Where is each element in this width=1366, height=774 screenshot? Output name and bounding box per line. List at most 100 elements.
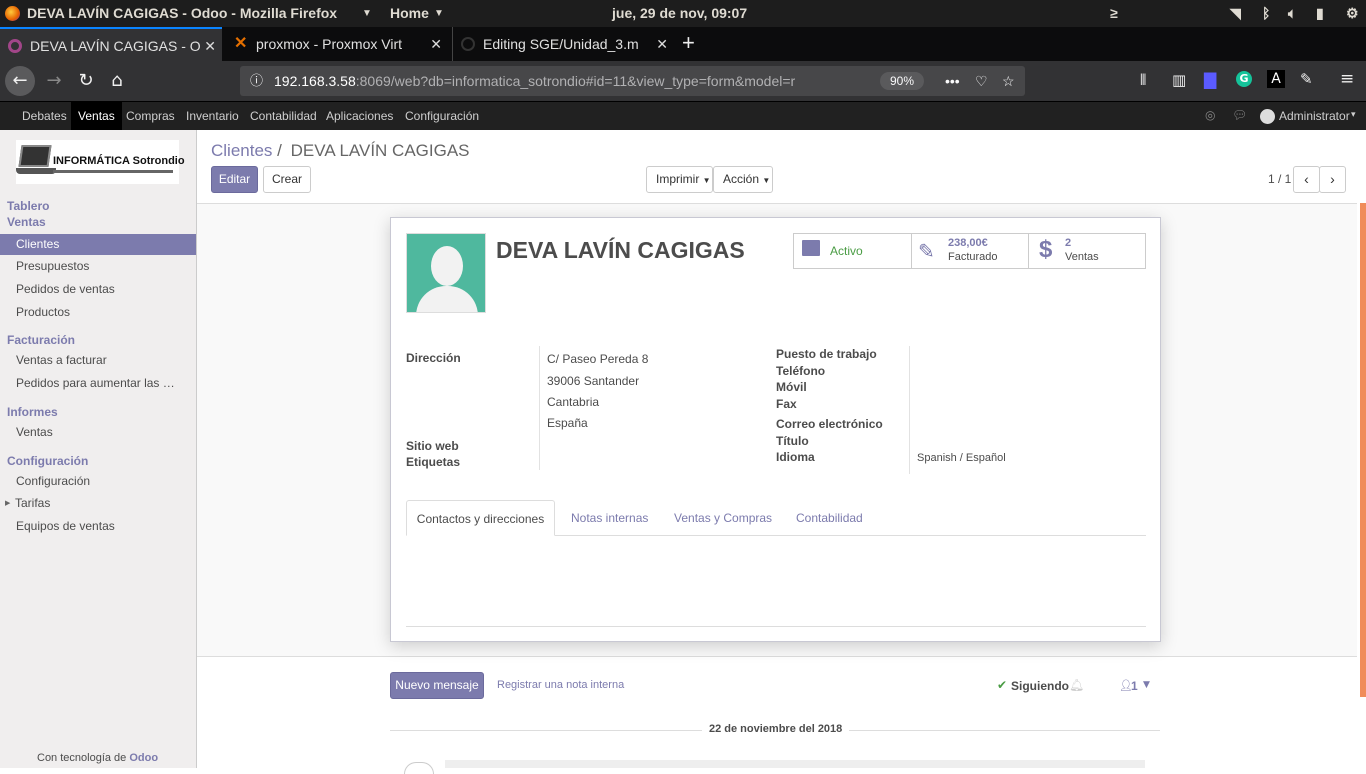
tab-title: Editing SGE/Unidad_3.m [483, 36, 639, 52]
user-caret-icon[interactable]: ▾ [1351, 109, 1356, 120]
sidebar-item-clientes[interactable]: Clientes [0, 234, 196, 255]
volume-icon[interactable]: 🔈︎ [1288, 5, 1296, 22]
new-tab-icon[interactable]: + [682, 30, 695, 56]
menu-inventario[interactable]: Inventario [179, 102, 246, 130]
new-message-button[interactable]: Nuevo mensaje [390, 672, 484, 699]
sidebar-item-equipos[interactable]: Equipos de ventas [0, 516, 196, 537]
pager-next-icon[interactable]: › [1319, 166, 1346, 193]
menu-configuracion[interactable]: Configuración [398, 102, 486, 130]
lock-extension-icon[interactable]: ▇ [1204, 70, 1216, 89]
close-icon[interactable]: ✕ [656, 27, 668, 61]
activity-icon[interactable]: ◎ [1205, 108, 1215, 122]
invoiced-value: 238,00€ [948, 237, 988, 249]
log-note-link[interactable]: Registrar una nota interna [497, 679, 624, 691]
home-caret-icon[interactable]: ▼ [434, 8, 444, 19]
tab-editing[interactable]: Editing SGE/Unidad_3.m ✕ [452, 27, 674, 61]
window-title: DEVA LAVÍN CAGIGAS - Odoo - Mozilla Fire… [27, 5, 338, 21]
sidebar-header-facturacion[interactable]: Facturación [7, 333, 75, 347]
window-menu-caret-icon[interactable]: ▼ [362, 8, 372, 19]
sidebar-header-informes[interactable]: Informes [7, 405, 58, 419]
language-value[interactable]: Spanish / Español [917, 452, 1006, 464]
address-country[interactable]: España [547, 416, 588, 430]
home-menu[interactable]: Home [390, 5, 429, 21]
pager-previous-icon[interactable]: ‹ [1293, 166, 1320, 193]
following-button[interactable]: Siguiendo [1011, 679, 1069, 693]
address-street[interactable]: C/ Paseo Pereda 8 [547, 352, 648, 366]
firefox-icon [5, 6, 20, 21]
followers-caret-icon[interactable]: ▼ [1143, 680, 1150, 690]
home-icon[interactable]: ⌂ [103, 67, 131, 95]
breadcrumb-clientes[interactable]: Clientes [211, 141, 272, 160]
followers-count[interactable]: 1 [1131, 679, 1138, 693]
sidebar-item-pedidos-aumentar[interactable]: Pedidos para aumentar las … [0, 373, 196, 394]
tab-contabilidad[interactable]: Contabilidad [796, 500, 863, 536]
bell-icon[interactable]: 🔔︎ [1069, 678, 1084, 692]
menu-ventas[interactable]: Ventas [71, 102, 122, 130]
sidebar-item-ventas-facturar[interactable]: Ventas a facturar [0, 350, 196, 371]
wifi-icon[interactable]: ◥ [1230, 5, 1241, 22]
sidebar-header-configuracion[interactable]: Configuración [7, 454, 88, 468]
bluetooth-icon[interactable]: ᛒ [1262, 5, 1270, 21]
partner-avatar[interactable] [406, 233, 486, 313]
grammarly-icon[interactable]: G [1236, 71, 1252, 87]
zoom-badge[interactable]: 90% [880, 72, 925, 90]
menu-compras[interactable]: Compras [119, 102, 182, 130]
sidebar-tablero[interactable]: Tablero [7, 199, 49, 213]
library-icon[interactable]: ⫴ [1140, 71, 1146, 89]
scrollbar[interactable] [1360, 203, 1366, 697]
active-toggle-button[interactable]: Activo [793, 233, 912, 269]
sidebar-item-informe-ventas[interactable]: Ventas [0, 422, 196, 443]
url-bar[interactable]: ⓘ 192.168.3.58:8069/web?db=informatica_s… [240, 66, 1025, 96]
menu-icon[interactable]: ≡ [1340, 69, 1354, 89]
pocket-icon[interactable]: ♡ [975, 66, 988, 96]
menu-debates[interactable]: Debates [15, 102, 74, 130]
back-icon[interactable]: ← [5, 66, 35, 96]
sidebar-item-tarifas[interactable]: Tarifas [0, 493, 196, 514]
reload-icon[interactable]: ↻ [72, 67, 100, 95]
tab-contactos[interactable]: Contactos y direcciones [406, 500, 555, 536]
menu-aplicaciones[interactable]: Aplicaciones [319, 102, 400, 130]
close-icon[interactable]: ✕ [204, 29, 216, 61]
tab-odoo[interactable]: DEVA LAVÍN CAGIGAS - O ✕ [0, 27, 222, 61]
create-button[interactable]: Crear [263, 166, 311, 193]
sidebar-item-productos[interactable]: Productos [0, 302, 196, 323]
action-dropdown[interactable]: Acción ▼ [713, 166, 773, 193]
tab-notas-internas[interactable]: Notas internas [571, 500, 648, 536]
font-extension-icon[interactable]: A [1267, 70, 1285, 88]
pager-value[interactable]: 1 / 1 [1268, 172, 1291, 186]
breadcrumb: Clientes / DEVA LAVÍN CAGIGAS [211, 141, 470, 161]
edit-button[interactable]: Editar [211, 166, 258, 193]
extension-icon[interactable]: ✎ [1300, 70, 1313, 88]
close-icon[interactable]: ✕ [430, 27, 442, 61]
bookmark-star-icon[interactable]: ☆ [1002, 66, 1015, 96]
user-menu[interactable]: Administrator [1279, 109, 1350, 123]
menu-contabilidad[interactable]: Contabilidad [243, 102, 324, 130]
laptop-icon [18, 145, 52, 167]
sales-label: Ventas [1065, 251, 1099, 263]
power-icon[interactable]: ⚙ [1346, 5, 1359, 22]
address-state[interactable]: Cantabria [547, 395, 599, 409]
page-actions-icon[interactable]: ••• [945, 66, 960, 96]
action-label: Acción [723, 172, 760, 186]
info-icon[interactable]: ⓘ [250, 66, 263, 96]
sidebar-icon[interactable]: ▥ [1172, 71, 1186, 89]
chat-icon[interactable]: 💬︎ [1232, 108, 1247, 122]
print-dropdown[interactable]: Imprimir ▼ [646, 166, 713, 193]
sidebar-item-pedidos[interactable]: Pedidos de ventas [0, 279, 196, 300]
powered-brand[interactable]: Odoo [129, 752, 158, 764]
user-avatar[interactable] [1260, 109, 1275, 124]
os-top-bar: DEVA LAVÍN CAGIGAS - Odoo - Mozilla Fire… [0, 0, 1366, 27]
invoiced-button[interactable]: ✎ 238,00€ Facturado [911, 233, 1029, 269]
battery-icon[interactable]: ▮ [1316, 5, 1324, 22]
clock[interactable]: jue, 29 de nov, 09:07 [612, 5, 747, 21]
terminal-icon[interactable]: ≥ [1110, 5, 1118, 21]
forward-icon[interactable]: → [40, 67, 68, 95]
address-zip-city[interactable]: 39006 Santander [547, 374, 639, 388]
sidebar-item-configuracion[interactable]: Configuración [0, 471, 196, 492]
company-logo[interactable]: INFORMÁTICA Sotrondio [16, 140, 185, 184]
sidebar-item-presupuestos[interactable]: Presupuestos [0, 256, 196, 277]
sidebar-header-ventas[interactable]: Ventas [7, 215, 46, 229]
sales-button[interactable]: $ 2 Ventas [1028, 233, 1146, 269]
tab-ventas-compras[interactable]: Ventas y Compras [674, 500, 772, 536]
tab-proxmox[interactable]: ✕ proxmox - Proxmox Virt ✕ [226, 27, 448, 61]
